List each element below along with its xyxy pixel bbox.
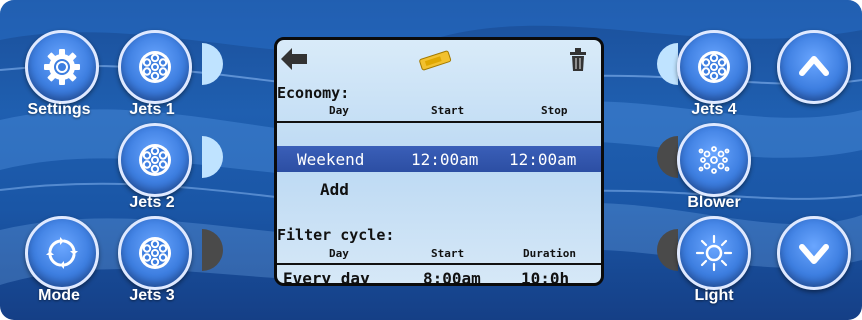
mode-button[interactable]: [25, 216, 99, 290]
up-button[interactable]: [777, 30, 851, 104]
jets4-label: Jets 4: [691, 101, 737, 118]
divider: [277, 121, 601, 123]
filter-col-day: Day: [329, 247, 349, 260]
down-button[interactable]: [777, 216, 851, 290]
cycle-arrows-icon: [46, 237, 78, 269]
jet-nozzle-icon: [698, 51, 730, 83]
jets2-indicator: [202, 136, 223, 178]
jet-nozzle-icon: [139, 51, 171, 83]
jet-nozzle-icon: [139, 237, 171, 269]
light-indicator: [657, 229, 678, 271]
jets1-indicator: [202, 43, 223, 85]
row-stop: 12:00am: [509, 150, 577, 169]
jets4-indicator: [657, 43, 678, 85]
jets4-button[interactable]: [677, 30, 751, 104]
blower-indicator: [657, 136, 678, 178]
blower-button[interactable]: [677, 123, 751, 197]
gear-icon: [44, 49, 80, 85]
lcd-screen: Economy: Day Start Stop Weekend 12:00am …: [274, 37, 604, 286]
row-start: 8:00am: [423, 269, 481, 286]
jets1-label: Jets 1: [129, 101, 175, 118]
jets3-label: Jets 3: [129, 287, 175, 304]
row-day: Every day: [283, 269, 370, 286]
filter-cycle-title: Filter cycle:: [277, 226, 395, 244]
chevron-up-icon: [799, 56, 829, 76]
economy-col-day: Day: [329, 104, 349, 117]
filter-col-start: Start: [431, 247, 465, 260]
economy-col-start: Start: [431, 104, 465, 117]
filter-row[interactable]: Every day 8:00am 10:0h: [277, 269, 601, 286]
bubbles-icon: [698, 146, 730, 174]
row-start: 12:00am: [411, 150, 479, 169]
divider: [277, 263, 601, 265]
light-label: Light: [694, 287, 734, 304]
chevron-down-icon: [799, 244, 829, 264]
jets2-button[interactable]: [118, 123, 192, 197]
economy-col-stop: Stop: [541, 104, 568, 117]
ticket-icon: [419, 50, 452, 71]
trash-icon[interactable]: [567, 46, 589, 72]
row-day: Weekend: [297, 150, 365, 169]
blower-label: Blower: [687, 194, 741, 211]
light-button[interactable]: [677, 216, 751, 290]
jets2-label: Jets 2: [129, 194, 175, 211]
jets3-button[interactable]: [118, 216, 192, 290]
jets1-button[interactable]: [118, 30, 192, 104]
filter-col-duration: Duration: [523, 247, 576, 260]
row-duration: 10:0h: [521, 269, 570, 286]
economy-selected-row[interactable]: Weekend 12:00am 12:00am: [277, 146, 601, 172]
control-panel: Settings Mode Jets 1 Jets 2 Jets 3 Econo…: [0, 0, 862, 320]
jet-nozzle-icon: [139, 144, 171, 176]
settings-button[interactable]: [25, 30, 99, 104]
sun-icon: [695, 234, 733, 272]
back-arrow-icon[interactable]: [281, 48, 307, 70]
add-button[interactable]: Add: [320, 180, 349, 199]
jets3-indicator: [202, 229, 223, 271]
economy-title: Economy:: [277, 84, 350, 102]
